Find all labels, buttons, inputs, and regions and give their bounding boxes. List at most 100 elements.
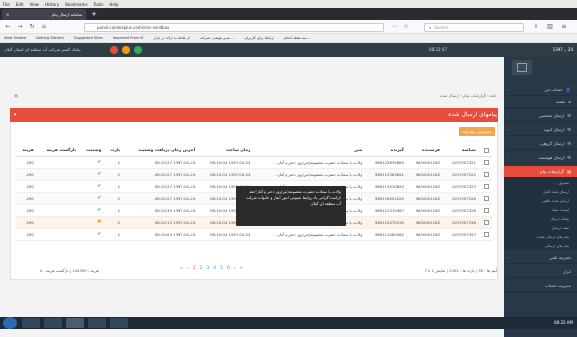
row-checkbox[interactable] <box>478 216 492 229</box>
checkbox[interactable] <box>484 171 489 177</box>
close-tab-icon[interactable]: ✕ <box>6 12 9 17</box>
menu-help[interactable]: Help <box>109 2 118 7</box>
sidebar-item-phonebook[interactable]: ‹ دفترچه تلفن <box>504 252 577 264</box>
sidebar-item-group-send[interactable]: ‹ ارسال گروهی ✉ <box>504 138 577 150</box>
checkbox[interactable] <box>484 231 489 237</box>
sidebar-item-account-manage[interactable]: ‹ مدیریت حساب <box>504 280 577 292</box>
sidebar-item-map[interactable]: نقشه ⌂ <box>504 96 577 108</box>
sidebar-item-bulk-send[interactable]: ‹ ارسال انبوه ✉ <box>504 124 577 136</box>
bookmark-item[interactable]: مدیر هوشی: شرکت ... <box>200 36 235 40</box>
chrome-taskbar-icon[interactable] <box>88 318 106 328</box>
col-last-status[interactable]: آخرین زمان دریافت وضعیت <box>123 144 199 157</box>
message-icon[interactable] <box>134 46 142 54</box>
sidebar-item-tools[interactable]: ‹ ابزار <box>504 266 577 278</box>
checkbox[interactable] <box>484 195 489 201</box>
sidebar-sub-item[interactable]: صف ارسال <box>504 223 577 232</box>
col-part[interactable]: پارت <box>104 144 124 157</box>
table-row[interactable]: 1037507321 9820001183 989123835883 ولادت با… <box>16 156 492 169</box>
page-6[interactable]: 6 <box>227 266 230 271</box>
sidebar-sub-item[interactable]: ارسال شده ناقص <box>504 196 577 205</box>
sidebar-sub-item[interactable]: پیام های ارسال نشده <box>504 232 577 241</box>
sidebar-item-reports[interactable]: ▾ گزارشات پیام ▤ <box>504 166 577 178</box>
browser-tab[interactable]: ✕ سامانه ارسال پیام <box>2 9 86 20</box>
page-5[interactable]: 5 <box>220 266 223 271</box>
menu-file[interactable]: File <box>3 2 10 7</box>
page-3[interactable]: 3 <box>206 266 209 271</box>
sidebar-sub-item[interactable]: پیام های ارسالی <box>504 241 577 250</box>
bookmark-item[interactable]: Getting Started <box>36 36 64 40</box>
page-2[interactable]: 2 <box>199 266 202 271</box>
checkbox[interactable] <box>484 219 489 225</box>
row-checkbox[interactable] <box>478 180 492 193</box>
home-icon[interactable]: ⌂ <box>40 23 48 31</box>
bookmark-star-icon[interactable]: ☆ <box>402 23 410 31</box>
url-bar[interactable]: panel.candosplus.com/sms-sendbox <box>84 23 384 32</box>
page-prev[interactable]: ‹ <box>187 266 189 271</box>
select-all-checkbox[interactable] <box>478 144 492 157</box>
sidebar-item-personal-send[interactable]: ‹ ارسال شخصی ✉ <box>504 110 577 122</box>
windows-start-icon[interactable] <box>3 317 17 329</box>
library-icon[interactable]: ▥ <box>546 23 554 31</box>
row-checkbox[interactable] <box>478 228 492 241</box>
checkbox[interactable] <box>484 207 489 213</box>
bookmark-item[interactable]: Imported From IE <box>113 36 144 40</box>
downloads-icon[interactable]: ⇩ <box>532 23 540 31</box>
menu-view[interactable]: View <box>29 2 39 7</box>
col-refund[interactable]: بازگشت هزینه <box>36 144 80 157</box>
search-bar[interactable]: ⌕ Search <box>424 23 524 32</box>
sidebar-sub-item[interactable]: لیست سیاه <box>504 205 577 214</box>
cell-sender: 9820001183 <box>406 180 443 193</box>
row-checkbox[interactable] <box>478 168 492 181</box>
sidebar-item-smart-send[interactable]: ‹ ارسال هوشمند ✉ <box>504 152 577 164</box>
col-created[interactable]: زمان ساخت <box>198 144 254 157</box>
page-next[interactable]: › <box>234 266 236 271</box>
sidebar-sub-item[interactable]: پیامک ارسال <box>504 214 577 223</box>
bookmark-item[interactable]: Suggested Sites <box>74 36 103 40</box>
page-actions-icon[interactable]: ⋯ <box>390 23 398 31</box>
alert-icon[interactable] <box>122 46 130 54</box>
sidebar-item-account[interactable]: ‹ حساب من 👤 <box>504 84 577 96</box>
page-1[interactable]: 1 <box>193 266 196 271</box>
new-tab-icon[interactable]: + <box>90 10 98 18</box>
sidebar-sub-item[interactable]: ارسال شده کامل <box>504 187 577 196</box>
reload-icon[interactable]: ↻ <box>28 23 36 31</box>
menu-tools[interactable]: Tools <box>94 2 104 7</box>
checkbox[interactable] <box>484 159 489 165</box>
bookmark-item[interactable]: سه نقطه ادغام ... <box>284 36 311 40</box>
page-last[interactable]: » <box>240 266 243 271</box>
menu-edit[interactable]: Edit <box>16 2 24 7</box>
col-id[interactable]: شناسه <box>442 144 479 157</box>
col-sender[interactable]: فرستنده <box>406 144 443 157</box>
menu-bookmarks[interactable]: Bookmarks <box>65 2 87 7</box>
firefox-taskbar-icon[interactable] <box>66 318 84 328</box>
row-checkbox[interactable] <box>478 204 492 217</box>
warning-icon: ✱ <box>97 219 102 225</box>
checkbox[interactable] <box>484 183 489 189</box>
sidebar-sub-item[interactable]: صندوق <box>504 178 577 187</box>
col-receiver[interactable]: گیرنده <box>365 144 407 157</box>
col-status[interactable]: وضعیت <box>79 144 105 157</box>
collapse-sidebar-icon[interactable]: « <box>14 92 18 100</box>
bookmark-item[interactable]: از تقاضا به ارائه در بازار <box>154 36 190 40</box>
panel-collapse-icon[interactable]: ▾ <box>14 108 17 122</box>
ie-taskbar-icon[interactable] <box>22 318 40 328</box>
current-date: 1397 ,, 24 <box>552 47 573 52</box>
word-taskbar-icon[interactable] <box>110 318 128 328</box>
explorer-taskbar-icon[interactable] <box>44 318 62 328</box>
menu-history[interactable]: History <box>45 2 59 7</box>
row-checkbox[interactable] <box>478 156 492 169</box>
notification-icon[interactable] <box>110 46 118 54</box>
back-icon[interactable]: ← <box>4 23 12 31</box>
col-cost[interactable]: هزینه <box>16 144 37 157</box>
bookmark-item[interactable]: ارتباط برای کاربران <box>245 36 274 40</box>
table-row[interactable]: 1037507357 9820001183 989111580082 ولادت با… <box>16 228 492 241</box>
table-row[interactable]: 1037507322 9820001183 989113363891 ولادت با… <box>16 168 492 181</box>
row-checkbox[interactable] <box>478 192 492 205</box>
hamburger-menu-icon[interactable]: ≡ <box>560 23 568 31</box>
page-first[interactable]: « <box>180 266 183 271</box>
page-4[interactable]: 4 <box>213 266 216 271</box>
col-text[interactable]: متن <box>253 144 366 157</box>
advanced-search-button[interactable]: جستجوی پیشرفته <box>459 127 495 136</box>
forward-icon[interactable]: → <box>16 23 24 31</box>
bookmark-item[interactable]: Most Visited <box>4 36 26 40</box>
